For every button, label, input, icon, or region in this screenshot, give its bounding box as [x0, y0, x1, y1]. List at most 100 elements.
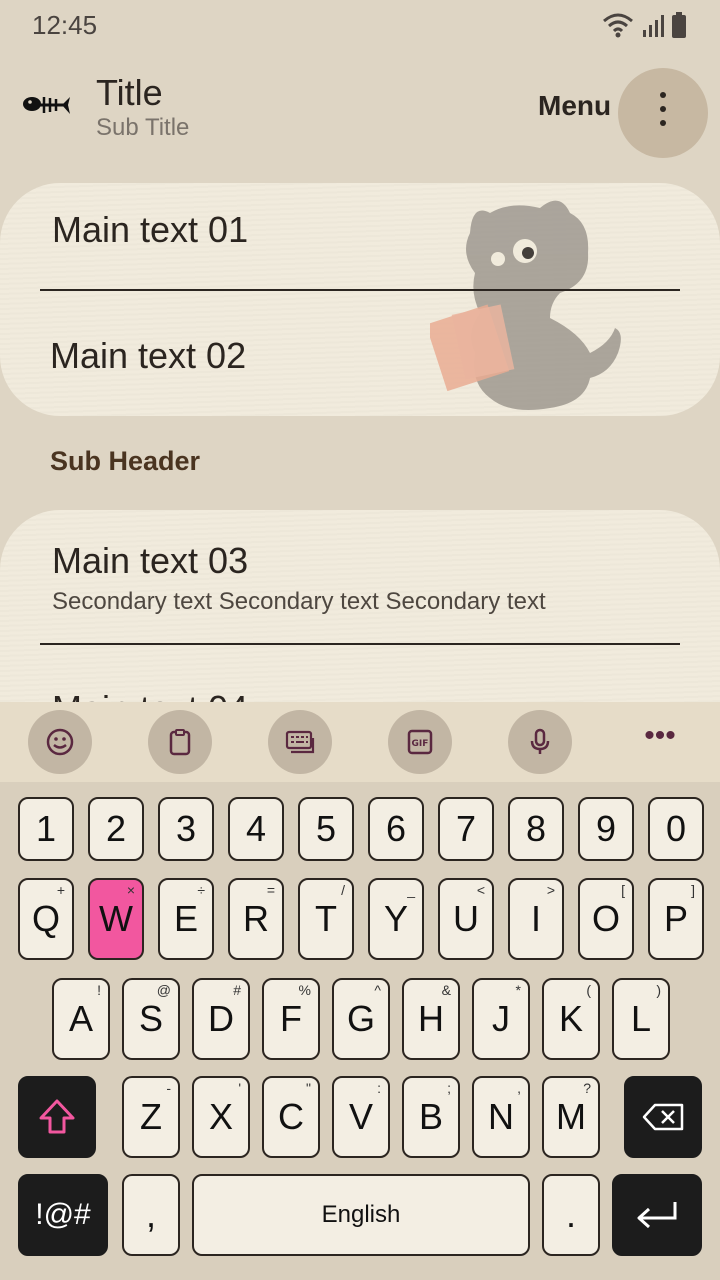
key-label: K — [558, 998, 583, 1039]
key-w[interactable]: W × — [88, 878, 144, 960]
shift-icon — [39, 1099, 75, 1134]
key-4[interactable]: 4 — [228, 797, 284, 861]
key-hint: ? — [583, 1080, 591, 1096]
key-1[interactable]: 1 — [18, 797, 74, 861]
battery-icon — [672, 12, 686, 38]
voice-input-button[interactable] — [508, 710, 572, 774]
key-label: C — [278, 1096, 304, 1137]
list-card-1: Main text 01 Main text 02 — [0, 183, 720, 416]
emoji-button[interactable] — [28, 710, 92, 774]
key-b[interactable]: B; — [402, 1076, 460, 1158]
keyboard: 1234567890 Q + W × E ÷ R = T / Y _ U < I > O[P] A! S @ D # F%… — [0, 782, 720, 1280]
key-hint: ] — [691, 882, 695, 898]
key-j[interactable]: J * — [472, 978, 530, 1060]
key-label: I — [530, 898, 541, 939]
key-t[interactable]: T / — [298, 878, 354, 960]
key-u[interactable]: U < — [438, 878, 494, 960]
symbols-key[interactable]: !@# — [18, 1174, 108, 1256]
key-label: W — [99, 898, 133, 939]
key-c[interactable]: C " — [262, 1076, 320, 1158]
key-label: B — [418, 1096, 443, 1137]
key-9[interactable]: 9 — [578, 797, 634, 861]
key-a[interactable]: A! — [52, 978, 110, 1060]
key-hint: # — [233, 982, 241, 998]
more-horiz-icon[interactable]: ••• — [630, 721, 690, 756]
key-label: 8 — [525, 808, 547, 849]
key-7[interactable]: 7 — [438, 797, 494, 861]
key-label: 6 — [385, 808, 407, 849]
key-label: 3 — [175, 808, 197, 849]
key-m[interactable]: M? — [542, 1076, 600, 1158]
key-hint: : — [377, 1080, 381, 1096]
key-r[interactable]: R = — [228, 878, 284, 960]
cat-reading-illustration — [430, 200, 621, 411]
keyboard-settings-button[interactable] — [268, 710, 332, 774]
key-l[interactable]: L) — [612, 978, 670, 1060]
signal-icon — [643, 15, 664, 37]
key-0[interactable]: 0 — [648, 797, 704, 861]
shift-key[interactable] — [18, 1076, 96, 1158]
key-n[interactable]: N, — [472, 1076, 530, 1158]
key-g[interactable]: G ^ — [332, 978, 390, 1060]
key-hint: < — [476, 882, 485, 898]
key-e[interactable]: E ÷ — [158, 878, 214, 960]
key-label: S — [138, 998, 163, 1039]
fish-bone-icon[interactable] — [22, 92, 72, 120]
key-label: U — [453, 898, 479, 939]
key-d[interactable]: D # — [192, 978, 250, 1060]
clipboard-icon — [169, 729, 191, 756]
comma-key[interactable]: , — [122, 1174, 180, 1256]
key-label: J — [492, 998, 510, 1039]
key-i[interactable]: I > — [508, 878, 564, 960]
list-item-1[interactable]: Main text 01 — [52, 209, 248, 251]
key-label: H — [418, 998, 444, 1039]
key-3[interactable]: 3 — [158, 797, 214, 861]
key-label: Q — [31, 898, 60, 939]
key-v[interactable]: V: — [332, 1076, 390, 1158]
key-5[interactable]: 5 — [298, 797, 354, 861]
key-f[interactable]: F% — [262, 978, 320, 1060]
key-s[interactable]: S @ — [122, 978, 180, 1060]
backspace-key[interactable] — [624, 1076, 702, 1158]
key-q[interactable]: Q + — [18, 878, 74, 960]
gif-button[interactable]: GIF — [388, 710, 452, 774]
key-hint: [ — [621, 882, 625, 898]
key-label: Y — [383, 898, 408, 939]
key-k[interactable]: K( — [542, 978, 600, 1060]
clipboard-button[interactable] — [148, 710, 212, 774]
key-hint: ; — [447, 1080, 451, 1096]
key-z[interactable]: Z- — [122, 1076, 180, 1158]
keyboard-icon — [285, 730, 315, 754]
key-hint: > — [546, 882, 555, 898]
divider — [40, 643, 680, 645]
key-hint: × — [126, 882, 135, 898]
key-h[interactable]: H & — [402, 978, 460, 1060]
menu-button[interactable]: Menu — [538, 90, 611, 122]
list-item-2[interactable]: Main text 02 — [50, 335, 246, 377]
key-2[interactable]: 2 — [88, 797, 144, 861]
microphone-icon — [530, 728, 550, 754]
status-icons — [602, 12, 686, 38]
period-key[interactable]: . — [542, 1174, 600, 1256]
key-hint: _ — [407, 882, 415, 898]
svg-text:GIF: GIF — [412, 739, 429, 749]
more-options-button[interactable] — [618, 68, 708, 158]
list-card-2: Main text 03 Secondary text Secondary te… — [0, 510, 720, 710]
space-key[interactable]: English — [192, 1174, 530, 1256]
key-label: 1 — [35, 808, 57, 849]
key-o[interactable]: O[ — [578, 878, 634, 960]
key-hint: , — [517, 1080, 521, 1096]
key-p[interactable]: P] — [648, 878, 704, 960]
key-label: R — [243, 898, 269, 939]
key-x[interactable]: X ' — [192, 1076, 250, 1158]
keyboard-toolbar: GIF ••• — [0, 702, 720, 782]
key-label: 2 — [105, 808, 127, 849]
enter-key[interactable] — [612, 1174, 702, 1256]
key-y[interactable]: Y _ — [368, 878, 424, 960]
more-vert-icon — [660, 92, 666, 134]
key-8[interactable]: 8 — [508, 797, 564, 861]
key-6[interactable]: 6 — [368, 797, 424, 861]
key-label: E — [173, 898, 198, 939]
app-subtitle: Sub Title — [96, 114, 190, 141]
list-item-3[interactable]: Main text 03 — [52, 540, 248, 582]
